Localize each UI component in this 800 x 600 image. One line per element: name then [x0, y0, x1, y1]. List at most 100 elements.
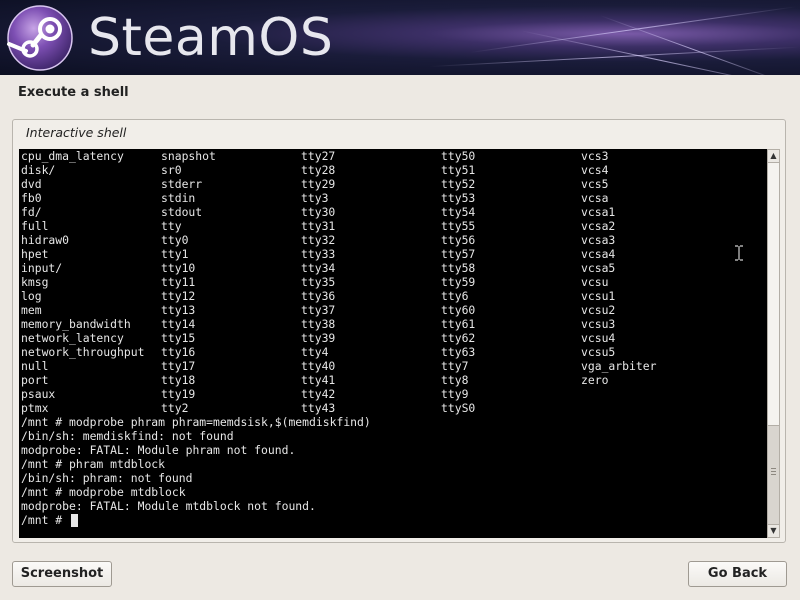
- terminal-listing-entry: tty40: [301, 359, 336, 373]
- terminal-listing-entry: vcsa3: [581, 233, 616, 247]
- terminal-listing-entry: tty6: [441, 289, 469, 303]
- terminal-listing-entry: tty: [161, 219, 182, 233]
- shell-legend: Interactive shell: [26, 125, 127, 140]
- terminal-listing-entry: tty13: [161, 303, 196, 317]
- terminal-listing-row: port tty18 tty41 tty8 zero: [21, 373, 761, 387]
- terminal-listing-entry: tty61: [441, 317, 476, 331]
- terminal-listing-entry: tty42: [301, 387, 336, 401]
- terminal-listing-entry: tty51: [441, 163, 476, 177]
- terminal-listing-entry: sr0: [161, 163, 182, 177]
- terminal-listing-row: ptmx tty2 tty43 ttyS0: [21, 401, 761, 415]
- terminal-listing-row: psaux tty19 tty42 tty9: [21, 387, 761, 401]
- terminal-line: /mnt # phram mtdblock: [21, 457, 166, 471]
- terminal-listing-row: network_latency tty15 tty39 tty62 vcsu4: [21, 331, 761, 345]
- terminal-listing-entry: tty18: [161, 373, 196, 387]
- terminal-line: /bin/sh: memdiskfind: not found: [21, 429, 234, 443]
- terminal-listing-row: input/tty10 tty34 tty58 vcsa5: [21, 261, 761, 275]
- scroll-down-arrow-icon[interactable]: ▼: [768, 524, 779, 537]
- terminal-listing-entry: vcsa2: [581, 219, 616, 233]
- terminal-cursor: [71, 513, 79, 527]
- terminal-listing-entry: memory_bandwidth: [21, 317, 131, 331]
- terminal-listing-row: dvd stderr tty29 tty52 vcs5: [21, 177, 761, 191]
- terminal-listing-entry: tty33: [301, 247, 336, 261]
- terminal-listing-entry: tty27: [301, 149, 336, 163]
- interactive-shell-panel: Interactive shell cpu_dma_latency snapsho…: [12, 119, 786, 543]
- terminal-line: modprobe: FATAL: Module phram not found.: [21, 443, 296, 457]
- terminal-listing-entry: tty3: [301, 191, 329, 205]
- terminal-listing-entry: tty12: [161, 289, 196, 303]
- terminal-listing-entry: vcsa4: [581, 247, 616, 261]
- terminal-listing-row: full tty tty31 tty55 vcsa2: [21, 219, 761, 233]
- terminal-listing-entry: vcsa1: [581, 205, 616, 219]
- terminal-listing-entry: tty50: [441, 149, 476, 163]
- terminal-prompt-line[interactable]: /mnt #: [21, 513, 761, 527]
- terminal-listing-entry: vcs3: [581, 149, 609, 163]
- terminal-listing-row: kmsg tty11 tty35 tty59 vcsu: [21, 275, 761, 289]
- terminal-listing-entry: tty15: [161, 331, 196, 345]
- terminal-listing-entry: vcsu2: [581, 303, 616, 317]
- terminal-listing-entry: vcsu1: [581, 289, 616, 303]
- terminal-listing-entry: full: [21, 219, 49, 233]
- terminal-listing-entry: tty34: [301, 261, 336, 275]
- terminal-listing-entry: tty17: [161, 359, 196, 373]
- terminal-listing-entry: tty59: [441, 275, 476, 289]
- terminal-listing-row: null tty17 tty40 tty7 vga_arbiter: [21, 359, 761, 373]
- terminal-listing-entry: stdin: [161, 191, 196, 205]
- terminal-listing-entry: vcsa5: [581, 261, 616, 275]
- terminal-listing-entry: tty63: [441, 345, 476, 359]
- terminal-listing-entry: tty29: [301, 177, 336, 191]
- terminal-listing-entry: tty62: [441, 331, 476, 345]
- terminal-listing-entry: tty31: [301, 219, 336, 233]
- terminal-listing-entry: tty38: [301, 317, 336, 331]
- text-cursor-icon: [735, 245, 743, 261]
- terminal-listing-entry: vga_arbiter: [581, 359, 657, 373]
- scrollbar-thumb[interactable]: [768, 163, 779, 426]
- terminal-listing-entry: tty16: [161, 345, 196, 359]
- terminal-line: /mnt # modprobe mtdblock: [21, 485, 186, 499]
- terminal-listing-entry: tty8: [441, 373, 469, 387]
- terminal-listing-row: disk/sr0 tty28 tty51 vcs4: [21, 163, 761, 177]
- terminal-listing-entry: hidraw0: [21, 233, 70, 247]
- terminal-listing-entry: tty32: [301, 233, 336, 247]
- terminal-listing-entry: vcsa: [581, 191, 609, 205]
- terminal-listing-entry: tty43: [301, 401, 336, 415]
- terminal-listing-entry: vcs4: [581, 163, 609, 177]
- terminal-listing-entry: log: [21, 289, 42, 303]
- terminal-listing-entry: zero: [581, 373, 609, 387]
- terminal-listing-entry: fd/: [21, 205, 42, 219]
- terminal-line: /mnt # modprobe phram phram=memdsisk,$(m…: [21, 415, 371, 429]
- terminal-listing-row: fb0 stdin tty3 tty53 vcsa: [21, 191, 761, 205]
- terminal-listing-entry: cpu_dma_latency: [21, 149, 124, 163]
- terminal-listing-entry: tty54: [441, 205, 476, 219]
- terminal-listing-entry: kmsg: [21, 275, 49, 289]
- terminal-listing-entry: disk/: [21, 163, 56, 177]
- terminal-listing-entry: tty53: [441, 191, 476, 205]
- terminal-listing-entry: null: [21, 359, 49, 373]
- terminal-listing-entry: tty39: [301, 331, 336, 345]
- scrollbar-grip: [771, 468, 776, 477]
- terminal-listing-entry: tty55: [441, 219, 476, 233]
- terminal-listing-entry: psaux: [21, 387, 56, 401]
- terminal-listing-entry: stdout: [161, 205, 203, 219]
- terminal-listing-entry: network_throughput: [21, 345, 145, 359]
- terminal-listing-entry: tty11: [161, 275, 196, 289]
- terminal-listing-entry: fb0: [21, 191, 42, 205]
- terminal-listing-entry: hpet: [21, 247, 49, 261]
- go-back-button[interactable]: Go Back: [688, 561, 787, 587]
- terminal-listing-entry: tty0: [161, 233, 189, 247]
- terminal-listing-entry: vcsu5: [581, 345, 616, 359]
- scroll-up-arrow-icon[interactable]: ▲: [768, 150, 779, 163]
- terminal-listing-entry: vcs5: [581, 177, 609, 191]
- terminal-scrollbar[interactable]: ▲ ▼: [767, 149, 780, 538]
- terminal-listing-entry: vcsu: [581, 275, 609, 289]
- terminal-listing-entry: port: [21, 373, 49, 387]
- terminal-listing-entry: tty41: [301, 373, 336, 387]
- terminal-listing-entry: tty14: [161, 317, 196, 331]
- terminal-listing-row: network_throughput tty16 tty4 tty63 vcsu5: [21, 345, 761, 359]
- terminal-listing-entry: tty10: [161, 261, 196, 275]
- terminal-listing-entry: tty60: [441, 303, 476, 317]
- terminal-listing-entry: tty52: [441, 177, 476, 191]
- screenshot-button[interactable]: Screenshot: [12, 561, 112, 587]
- terminal[interactable]: cpu_dma_latency snapshot tty27 tty50 vcs3 dis…: [19, 149, 767, 538]
- terminal-listing-entry: ttyS0: [441, 401, 476, 415]
